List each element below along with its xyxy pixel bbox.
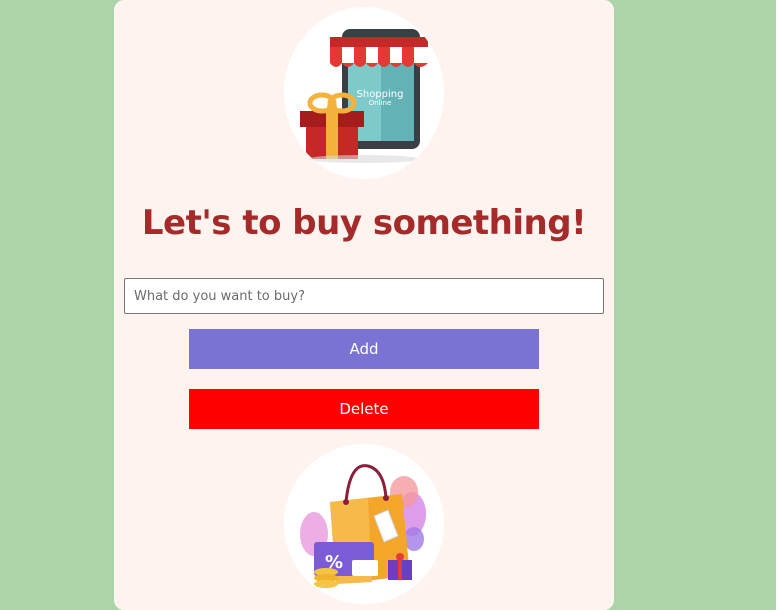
- shopping-bag-illustration: %: [284, 444, 444, 604]
- add-button[interactable]: Add: [189, 329, 539, 369]
- shopping-online-illustration: Shopping Online: [284, 7, 444, 179]
- online-shop-icon: Shopping Online: [300, 29, 428, 163]
- shopping-card: Shopping Online Let's to buy something! …: [114, 0, 614, 610]
- delete-button[interactable]: Delete: [189, 389, 539, 429]
- shopping-bag-icon: %: [300, 464, 426, 588]
- page-title: Let's to buy something!: [141, 203, 587, 243]
- phone-text-line2: Online: [369, 99, 392, 107]
- item-input[interactable]: [124, 278, 604, 314]
